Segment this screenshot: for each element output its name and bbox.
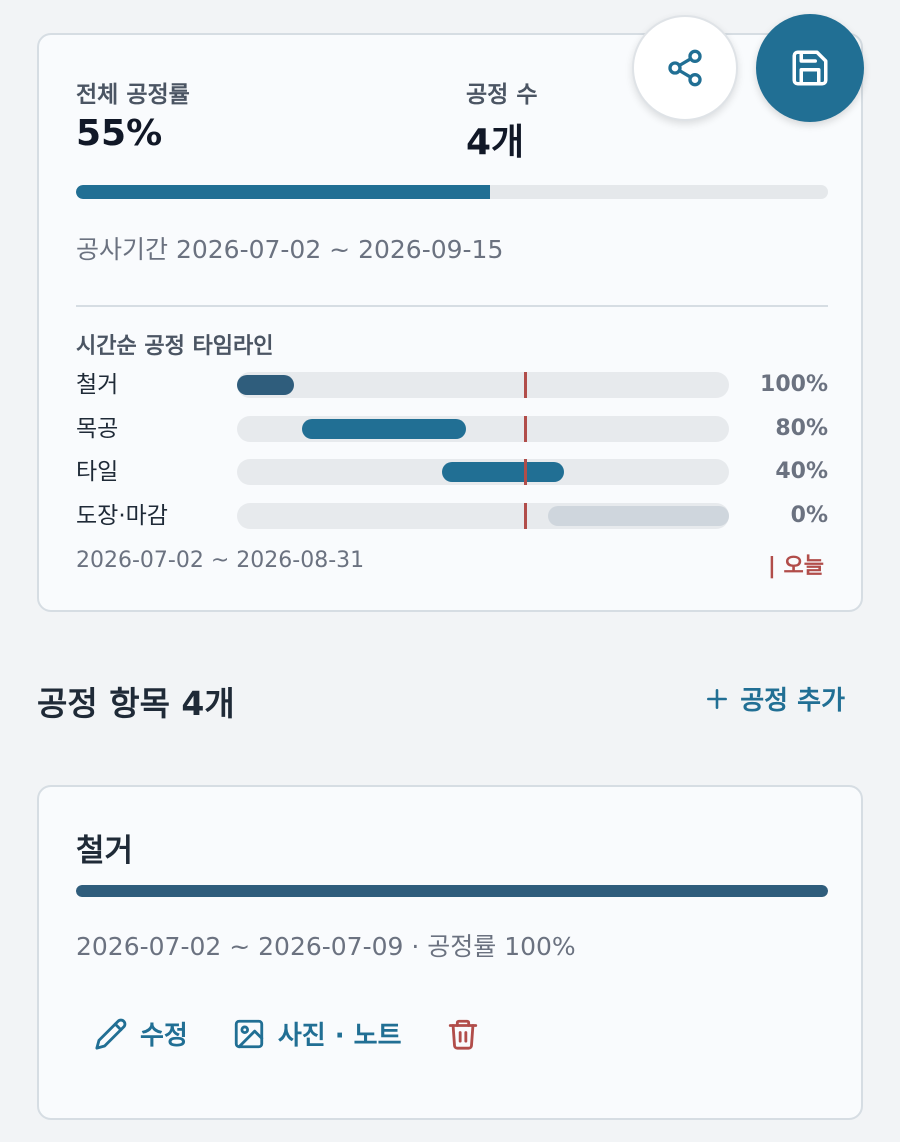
overall-progress-bar: [76, 185, 828, 199]
timeline-track: [237, 503, 729, 529]
timeline-row-carpentry[interactable]: 목공 80%: [76, 414, 828, 444]
share-button[interactable]: [632, 15, 738, 121]
timeline-row-demolition[interactable]: 철거 100%: [76, 370, 828, 400]
timeline-track: [237, 416, 729, 442]
timeline-bar: [442, 462, 564, 482]
today-marker: [524, 416, 527, 442]
photo-note-label: 사진 · 노트: [277, 1021, 402, 1051]
section-title: 공정 항목 4개: [37, 684, 235, 723]
progress-summary-card: 전체 공정률 55% 공정 수 4개 공사기간 2026-07-02 ~ 202…: [37, 33, 863, 612]
process-count-value: 4개: [466, 122, 525, 163]
today-marker: [524, 503, 527, 529]
timeline-row-percent: 100%: [760, 372, 828, 397]
timeline-row-label: 철거: [76, 372, 119, 398]
trash-icon: [448, 1019, 477, 1050]
process-item-progress-fill: [76, 885, 828, 897]
add-process-label: 공정 추가: [740, 686, 845, 716]
divider: [76, 305, 828, 307]
overall-progress-label: 전체 공정률: [76, 82, 190, 108]
overall-progress-fill: [76, 185, 490, 199]
pencil-icon: [95, 1018, 127, 1050]
timeline-row-percent: 80%: [775, 416, 828, 441]
timeline-bar: [302, 419, 466, 439]
edit-button[interactable]: 수정: [94, 1015, 188, 1052]
timeline-row-percent: 0%: [790, 503, 828, 528]
timeline-title: 시간순 공정 타임라인: [76, 334, 274, 359]
process-item-progress-bar: [76, 885, 828, 897]
today-marker: [524, 459, 527, 485]
construction-period: 공사기간 2026-07-02 ~ 2026-09-15: [76, 235, 504, 264]
timeline-row-label: 목공: [76, 416, 119, 442]
overall-progress-value: 55%: [76, 113, 163, 154]
photo-note-button[interactable]: 사진 · 노트: [232, 1015, 402, 1052]
timeline-row-painting-finish[interactable]: 도장·마감 0%: [76, 501, 828, 531]
image-icon: [234, 1019, 264, 1048]
save-icon: [792, 50, 828, 86]
process-item-card: 철거 2026-07-02 ~ 2026-07-09 · 공정률 100% 수정…: [37, 785, 863, 1120]
timeline-row-label: 도장·마감: [76, 503, 168, 529]
process-count-label: 공정 수: [466, 82, 538, 108]
process-item-meta: 2026-07-02 ~ 2026-07-09 · 공정률 100%: [76, 932, 576, 961]
timeline-track: [237, 459, 729, 485]
add-process-button[interactable]: 공정 추가: [704, 680, 845, 717]
share-icon: [668, 49, 702, 87]
today-legend: | 오늘: [767, 554, 824, 579]
timeline-bar: [237, 375, 294, 395]
today-marker: [524, 372, 527, 398]
timeline-track: [237, 372, 729, 398]
delete-button[interactable]: [446, 1017, 480, 1051]
timeline-date-range: 2026-07-02 ~ 2026-08-31: [76, 548, 365, 573]
plus-icon: [707, 688, 728, 709]
timeline-row-tile[interactable]: 타일 40%: [76, 457, 828, 487]
process-item-title: 철거: [76, 833, 134, 869]
save-button[interactable]: [756, 14, 864, 122]
timeline-bar: [548, 506, 729, 526]
edit-label: 수정: [140, 1021, 188, 1051]
timeline-row-percent: 40%: [775, 459, 828, 484]
timeline-row-label: 타일: [76, 459, 119, 485]
